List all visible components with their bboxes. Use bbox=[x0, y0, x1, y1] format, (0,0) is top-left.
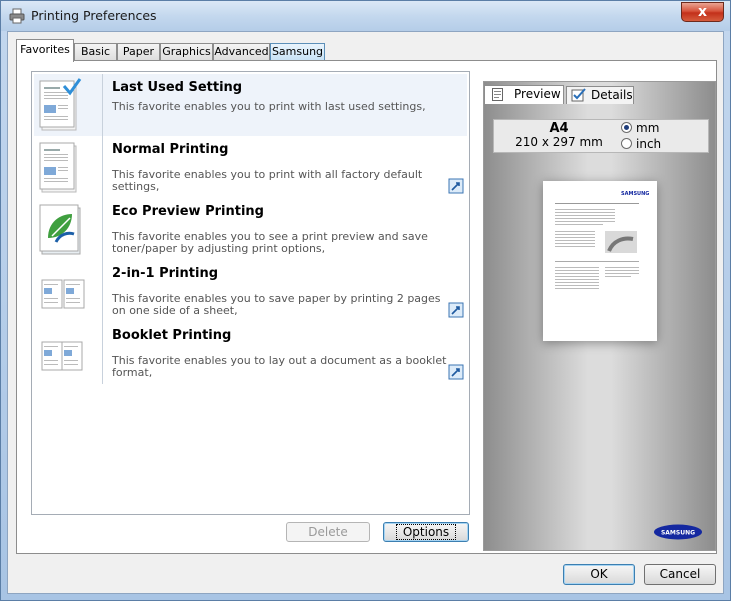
unit-mm-label: mm bbox=[636, 121, 660, 135]
favorite-name: Normal Printing bbox=[112, 142, 229, 157]
favorite-last-used[interactable]: Last Used Setting This favorite enables … bbox=[34, 74, 467, 136]
page-preview: SAMSUNG bbox=[543, 181, 657, 341]
favorite-separator bbox=[102, 322, 103, 384]
favorite-2-in-1[interactable]: 2-in-1 Printing This favorite enables yo… bbox=[34, 260, 467, 322]
eco-leaf-icon bbox=[39, 204, 81, 255]
page-preview-graphic: SAMSUNG bbox=[555, 191, 649, 289]
favorite-separator bbox=[102, 136, 103, 198]
close-button[interactable]: x bbox=[681, 2, 724, 22]
edit-favorite-icon[interactable] bbox=[448, 364, 464, 380]
favorites-panel: Last Used Setting This favorite enables … bbox=[16, 60, 717, 554]
tab-basic[interactable]: Basic bbox=[74, 43, 117, 61]
favorite-name: Last Used Setting bbox=[112, 80, 243, 95]
page-icon bbox=[492, 88, 503, 101]
radio-unchecked-icon bbox=[621, 138, 632, 149]
delete-button[interactable]: Delete bbox=[286, 522, 370, 542]
ok-button[interactable]: OK bbox=[563, 564, 635, 585]
tab-samsung[interactable]: Samsung bbox=[270, 43, 325, 61]
samsung-logo: SAMSUNG bbox=[654, 524, 702, 540]
preview-pane: Preview Details A4 210 x 297 mm mm inch … bbox=[483, 81, 716, 551]
favorite-normal-printing[interactable]: Normal Printing This favorite enables yo… bbox=[34, 136, 467, 198]
unit-mm-radio[interactable]: mm bbox=[621, 121, 659, 135]
edit-favorite-icon[interactable] bbox=[448, 302, 464, 318]
cancel-button[interactable]: Cancel bbox=[644, 564, 716, 585]
document-icon bbox=[39, 142, 77, 193]
details-tab-label: Details bbox=[591, 88, 633, 102]
close-icon: x bbox=[697, 4, 708, 20]
printer-icon bbox=[9, 8, 25, 24]
edit-favorite-icon[interactable] bbox=[448, 178, 464, 194]
favorite-name: Eco Preview Printing bbox=[112, 204, 264, 219]
favorite-description: This favorite enables you to see a print… bbox=[112, 230, 428, 255]
favorites-list: Last Used Setting This favorite enables … bbox=[31, 71, 470, 515]
options-button-label: Options bbox=[395, 524, 457, 540]
unit-inch-radio[interactable]: inch bbox=[621, 137, 661, 151]
favorite-description: This favorite enables you to save paper … bbox=[112, 292, 441, 317]
unit-inch-label: inch bbox=[636, 137, 662, 151]
tab-preview[interactable]: Preview bbox=[484, 85, 564, 104]
favorite-name: Booklet Printing bbox=[112, 328, 232, 343]
favorite-separator bbox=[102, 74, 103, 136]
tab-paper[interactable]: Paper bbox=[117, 43, 160, 61]
booklet-icon bbox=[41, 341, 83, 371]
two-pages-icon bbox=[41, 279, 85, 309]
favorite-description: This favorite enables you to print with … bbox=[112, 100, 426, 113]
favorite-separator bbox=[102, 198, 103, 260]
favorite-name: 2-in-1 Printing bbox=[112, 266, 218, 281]
favorite-booklet[interactable]: Booklet Printing This favorite enables y… bbox=[34, 322, 467, 384]
paper-size-name: A4 bbox=[549, 121, 569, 136]
tab-graphics[interactable]: Graphics bbox=[160, 43, 213, 61]
paper-dimensions: 210 x 297 mm bbox=[515, 135, 603, 149]
favorite-separator bbox=[102, 260, 103, 322]
samsung-logo-text: SAMSUNG bbox=[661, 530, 695, 537]
favorite-eco-preview[interactable]: Eco Preview Printing This favorite enabl… bbox=[34, 198, 467, 260]
tab-advanced[interactable]: Advanced bbox=[213, 43, 270, 61]
paper-size-box: A4 210 x 297 mm mm inch bbox=[493, 119, 709, 153]
options-button[interactable]: Options bbox=[383, 522, 469, 542]
dialog-client: Favorites Basic Paper Graphics Advanced … bbox=[7, 31, 724, 594]
favorite-description: This favorite enables you to lay out a d… bbox=[112, 354, 447, 379]
page-logo: SAMSUNG bbox=[621, 191, 649, 197]
title-bar[interactable]: Printing Preferences x bbox=[1, 1, 730, 31]
checklist-icon bbox=[571, 88, 586, 102]
tab-favorites[interactable]: Favorites bbox=[16, 39, 74, 62]
document-check-icon bbox=[39, 78, 82, 131]
window-title: Printing Preferences bbox=[31, 8, 157, 23]
preview-tab-label: Preview bbox=[514, 87, 561, 101]
tab-details[interactable]: Details bbox=[566, 86, 634, 104]
favorite-description: This favorite enables you to print with … bbox=[112, 168, 423, 193]
radio-checked-icon bbox=[621, 122, 632, 133]
printing-preferences-window: Printing Preferences x Favorites Basic P… bbox=[0, 0, 731, 601]
